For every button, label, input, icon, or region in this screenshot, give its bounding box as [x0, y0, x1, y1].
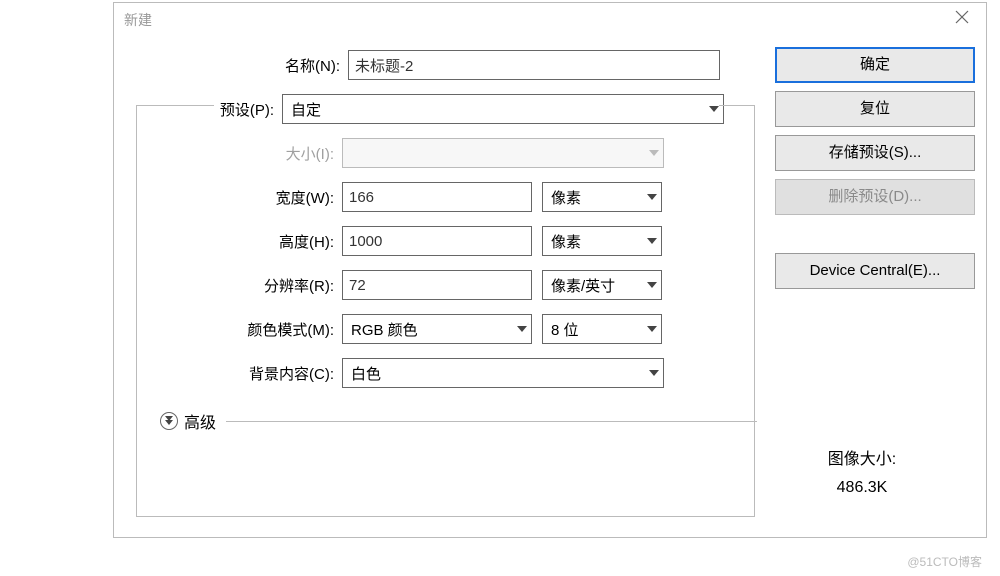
size-label: 大小(I):	[188, 143, 342, 164]
chevron-down-icon	[649, 370, 659, 376]
watermark: @51CTO博客	[907, 553, 982, 570]
chevron-down-icon	[647, 326, 657, 332]
chevron-down-icon	[647, 238, 657, 244]
new-document-dialog: 新建 名称(N): 预设(P): 自定	[113, 2, 987, 538]
save-preset-button[interactable]: 存储预设(S)...	[775, 135, 975, 171]
expand-icon	[160, 412, 178, 430]
width-unit-select[interactable]: 像素	[542, 182, 662, 212]
size-select	[342, 138, 664, 168]
background-select[interactable]: 白色	[342, 358, 664, 388]
width-label: 宽度(W):	[188, 187, 342, 208]
height-unit-select[interactable]: 像素	[542, 226, 662, 256]
advanced-toggle[interactable]: 高级	[160, 409, 761, 433]
advanced-label: 高级	[184, 409, 216, 433]
resolution-unit-value: 像素/英寸	[551, 275, 615, 296]
preset-label: 预设(P):	[128, 99, 282, 120]
image-size-value: 486.3K	[772, 479, 952, 497]
height-label: 高度(H):	[188, 231, 342, 252]
titlebar: 新建	[114, 3, 986, 37]
chevron-down-icon	[517, 326, 527, 332]
width-input[interactable]	[342, 182, 532, 212]
device-central-button[interactable]: Device Central(E)...	[775, 253, 975, 289]
name-label: 名称(N):	[238, 55, 348, 76]
chevron-down-icon	[647, 194, 657, 200]
image-size-label: 图像大小:	[772, 445, 952, 469]
image-size-info: 图像大小: 486.3K	[772, 445, 952, 497]
color-depth-select[interactable]: 8 位	[542, 314, 662, 344]
color-depth-value: 8 位	[551, 319, 579, 340]
ok-button[interactable]: 确定	[775, 47, 975, 83]
resolution-unit-select[interactable]: 像素/英寸	[542, 270, 662, 300]
close-button[interactable]	[952, 9, 972, 29]
delete-preset-button: 删除预设(D)...	[775, 179, 975, 215]
preset-select[interactable]: 自定	[282, 94, 724, 124]
preset-value: 自定	[291, 99, 321, 120]
resolution-input[interactable]	[342, 270, 532, 300]
height-unit-value: 像素	[551, 231, 581, 252]
chevron-down-icon	[647, 282, 657, 288]
color-mode-label: 颜色模式(M):	[188, 319, 342, 340]
width-unit-value: 像素	[551, 187, 581, 208]
background-value: 白色	[351, 363, 381, 384]
background-label: 背景内容(C):	[188, 363, 342, 384]
chevron-down-icon	[709, 106, 719, 112]
name-input[interactable]	[348, 50, 720, 80]
color-mode-select[interactable]: RGB 颜色	[342, 314, 532, 344]
dialog-title: 新建	[124, 12, 152, 28]
color-mode-value: RGB 颜色	[351, 319, 418, 340]
reset-button[interactable]: 复位	[775, 91, 975, 127]
resolution-label: 分辨率(R):	[188, 275, 342, 296]
height-input[interactable]	[342, 226, 532, 256]
chevron-down-icon	[649, 150, 659, 156]
